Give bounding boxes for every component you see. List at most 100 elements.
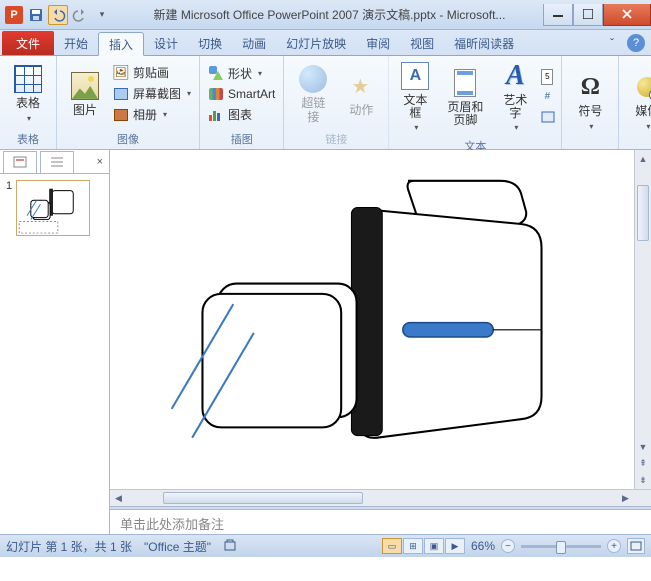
action-icon bbox=[347, 72, 375, 100]
object-icon bbox=[541, 109, 555, 125]
normal-view-button[interactable]: ▭ bbox=[382, 538, 402, 554]
panel-close-icon[interactable]: × bbox=[97, 156, 103, 168]
object-button[interactable] bbox=[539, 108, 555, 126]
scroll-down-icon[interactable]: ▼ bbox=[635, 438, 651, 455]
ribbon-collapse-icon[interactable]: ˇ bbox=[603, 34, 621, 52]
zoom-level[interactable]: 66% bbox=[471, 539, 495, 553]
fit-window-button[interactable] bbox=[627, 538, 645, 554]
album-button[interactable]: 相册▾ bbox=[111, 105, 193, 124]
slideshow-view-button[interactable]: ▶ bbox=[445, 538, 465, 554]
scroll-thumb[interactable] bbox=[637, 185, 649, 241]
symbol-button[interactable]: Ω 符号▾ bbox=[568, 58, 612, 145]
headerfooter-icon bbox=[454, 69, 476, 97]
scroll-right-icon[interactable]: ▶ bbox=[617, 490, 634, 507]
group-image: 图片 🖼 剪贴画 屏幕截图▾ 相册▾ 图像 bbox=[57, 56, 200, 149]
screenshot-button[interactable]: 屏幕截图▾ bbox=[111, 84, 193, 103]
globe-icon bbox=[299, 65, 327, 93]
status-bar: 幻灯片 第 1 张，共 1 张 "Office 主题" ▭ ⊞ ▣ ▶ 66% … bbox=[0, 534, 651, 557]
textbox-button[interactable]: A 文本框▾ bbox=[395, 58, 435, 136]
language-status[interactable] bbox=[223, 538, 237, 555]
help-icon[interactable]: ? bbox=[627, 34, 645, 52]
group-links: 超链接 动作 链接 bbox=[284, 56, 389, 149]
table-icon bbox=[14, 65, 42, 93]
save-icon[interactable] bbox=[26, 5, 46, 25]
slide-thumbnail[interactable] bbox=[16, 180, 90, 236]
title-bar: P ▾ 新建 Microsoft Office PowerPoint 2007 … bbox=[0, 0, 651, 30]
wordart-icon: A bbox=[506, 60, 525, 92]
redo-icon[interactable] bbox=[70, 5, 90, 25]
horizontal-scrollbar[interactable] bbox=[127, 490, 617, 506]
vertical-scrollbar[interactable]: ▲ ▼ ⇞ ⇟ bbox=[634, 150, 651, 489]
group-text: A 文本框▾ 页眉和页脚 A 艺术字▾ 5 # 文本 bbox=[389, 56, 562, 149]
tab-animations[interactable]: 动画 bbox=[232, 31, 276, 55]
action-button: 动作 bbox=[340, 58, 382, 129]
slidenumber-icon: # bbox=[541, 89, 553, 105]
panel-tabs: × bbox=[0, 150, 109, 174]
slide-content bbox=[110, 150, 634, 489]
qat-customize-icon[interactable]: ▾ bbox=[92, 5, 112, 25]
date-button[interactable]: 5 bbox=[539, 68, 555, 86]
picture-icon bbox=[71, 72, 99, 100]
tab-home[interactable]: 开始 bbox=[54, 31, 98, 55]
tab-transitions[interactable]: 切换 bbox=[188, 31, 232, 55]
headerfooter-button[interactable]: 页眉和页脚 bbox=[439, 58, 491, 136]
theme-name: "Office 主题" bbox=[144, 538, 211, 555]
hyperlink-button: 超链接 bbox=[290, 58, 336, 129]
thumbnail-list: 1 bbox=[0, 174, 109, 534]
undo-icon[interactable] bbox=[48, 5, 68, 25]
tab-review[interactable]: 审阅 bbox=[356, 31, 400, 55]
workspace: × 1 bbox=[0, 150, 651, 534]
screenshot-icon bbox=[114, 88, 128, 100]
media-icon bbox=[637, 77, 651, 97]
close-button[interactable] bbox=[603, 4, 651, 26]
quick-access-toolbar: P ▾ bbox=[0, 5, 116, 25]
wordart-button[interactable]: A 艺术字▾ bbox=[495, 58, 535, 136]
app-icon[interactable]: P bbox=[4, 5, 24, 25]
tab-view[interactable]: 视图 bbox=[400, 31, 444, 55]
window-controls bbox=[543, 4, 651, 26]
slidenumber-button[interactable]: # bbox=[539, 88, 555, 106]
chart-icon bbox=[209, 107, 223, 121]
next-slide-icon[interactable]: ⇟ bbox=[635, 472, 651, 489]
panel-tab-slides[interactable] bbox=[3, 151, 37, 173]
ribbon: 表格▾ 表格 图片 🖼 剪贴画 屏幕截图▾ 相册▾ bbox=[0, 56, 651, 150]
notes-pane[interactable]: 单击此处添加备注 bbox=[110, 510, 651, 534]
slide-counter: 幻灯片 第 1 张，共 1 张 bbox=[6, 538, 132, 555]
prev-slide-icon[interactable]: ⇞ bbox=[635, 455, 651, 472]
file-tab[interactable]: 文件 bbox=[2, 31, 54, 55]
textbox-icon: A bbox=[401, 62, 429, 90]
zoom-out-button[interactable]: − bbox=[501, 539, 515, 553]
picture-button[interactable]: 图片 bbox=[63, 58, 107, 129]
zoom-in-button[interactable]: + bbox=[607, 539, 621, 553]
omega-icon: Ω bbox=[581, 74, 600, 101]
tab-design[interactable]: 设计 bbox=[144, 31, 188, 55]
group-symbol: Ω 符号▾ bbox=[562, 56, 619, 149]
hscroll-thumb[interactable] bbox=[163, 492, 363, 504]
view-buttons: ▭ ⊞ ▣ ▶ bbox=[382, 538, 465, 554]
shapes-button[interactable]: 形状▾ bbox=[206, 64, 277, 83]
tab-insert[interactable]: 插入 bbox=[98, 32, 144, 56]
scroll-left-icon[interactable]: ◀ bbox=[110, 490, 127, 507]
reading-view-button[interactable]: ▣ bbox=[424, 538, 444, 554]
panel-tab-outline[interactable] bbox=[40, 151, 74, 173]
slide-panel: × 1 bbox=[0, 150, 110, 534]
minimize-button[interactable] bbox=[543, 4, 573, 26]
slide-viewport[interactable] bbox=[110, 150, 634, 489]
table-button[interactable]: 表格▾ bbox=[6, 58, 50, 129]
group-table: 表格▾ 表格 bbox=[0, 56, 57, 149]
chart-button[interactable]: 图表 bbox=[206, 105, 277, 124]
zoom-slider[interactable] bbox=[521, 545, 601, 548]
tab-foxit[interactable]: 福昕阅读器 bbox=[444, 31, 524, 55]
smartart-icon bbox=[209, 88, 223, 100]
group-media: 媒体▾ bbox=[619, 56, 651, 149]
scroll-up-icon[interactable]: ▲ bbox=[635, 150, 651, 167]
clipart-button[interactable]: 🖼 剪贴画 bbox=[111, 63, 193, 82]
media-button[interactable]: 媒体▾ bbox=[625, 58, 651, 145]
smartart-button[interactable]: SmartArt bbox=[206, 85, 277, 103]
canvas-area: ▲ ▼ ⇞ ⇟ ◀ ▶ 单击此处添加备注 bbox=[110, 150, 651, 534]
maximize-button[interactable] bbox=[573, 4, 603, 26]
window-title: 新建 Microsoft Office PowerPoint 2007 演示文稿… bbox=[116, 6, 543, 23]
album-icon bbox=[114, 109, 128, 121]
tab-slideshow[interactable]: 幻灯片放映 bbox=[276, 31, 356, 55]
sorter-view-button[interactable]: ⊞ bbox=[403, 538, 423, 554]
